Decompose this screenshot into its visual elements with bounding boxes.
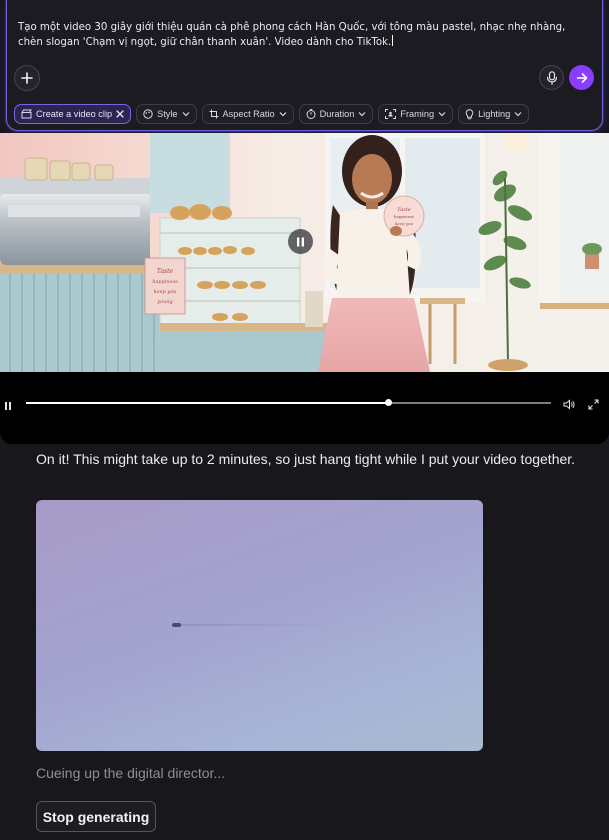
svg-text:young: young — [156, 299, 172, 305]
option-chips: Create a video clip Style Aspect Ratio D… — [14, 104, 530, 124]
progress-fill — [26, 402, 389, 404]
loading-track — [172, 624, 347, 626]
chip-label: Style — [157, 109, 178, 119]
generation-status: Cueing up the digital director... — [36, 765, 226, 781]
volume-button[interactable] — [563, 397, 575, 415]
plus-icon — [21, 72, 33, 84]
chip-lighting[interactable]: Lighting — [458, 104, 530, 124]
fullscreen-icon — [588, 399, 599, 410]
crop-icon — [209, 109, 219, 119]
framing-icon — [385, 109, 397, 119]
chip-style[interactable]: Style — [136, 104, 197, 124]
chevron-down-icon — [438, 112, 446, 117]
chip-label: Create a video clip — [36, 109, 113, 119]
chip-framing[interactable]: Framing — [378, 104, 454, 124]
svg-text:Taste: Taste — [157, 268, 174, 275]
chip-label: Framing — [400, 109, 435, 119]
svg-text:keep you: keep you — [395, 221, 414, 226]
volume-icon — [563, 399, 575, 410]
chip-label: Aspect Ratio — [222, 109, 275, 119]
pause-icon — [297, 237, 304, 246]
stop-generating-button[interactable]: Stop generating — [36, 801, 156, 832]
pause-overlay-button[interactable] — [288, 229, 313, 254]
prompt-composer: Tạo một video 30 giây giới thiệu quán cà… — [6, 0, 603, 131]
play-pause-button[interactable] — [4, 398, 13, 416]
close-icon[interactable] — [116, 110, 124, 118]
video-progress-slider[interactable] — [26, 399, 551, 406]
loading-indicator — [172, 623, 181, 627]
video-generation-placeholder — [36, 500, 483, 751]
text-caret — [392, 35, 394, 46]
arrow-right-icon — [576, 72, 587, 83]
chip-label: Duration — [319, 109, 355, 119]
chip-label: Lighting — [478, 109, 511, 119]
svg-text:Taste: Taste — [397, 207, 411, 213]
microphone-button[interactable] — [539, 65, 564, 90]
timer-icon — [306, 109, 316, 119]
svg-text:happiness: happiness — [152, 279, 178, 285]
chip-aspect-ratio[interactable]: Aspect Ratio — [201, 104, 294, 124]
palette-icon — [143, 109, 153, 119]
svg-text:happiness: happiness — [394, 214, 414, 219]
fullscreen-button[interactable] — [588, 397, 599, 415]
prompt-input[interactable]: Tạo một video 30 giây giới thiệu quán cà… — [18, 20, 593, 50]
chevron-down-icon — [182, 112, 189, 117]
video-controls-bar — [0, 372, 609, 444]
assistant-message: On it! This might take up to 2 minutes, … — [36, 451, 576, 467]
microphone-icon — [546, 70, 557, 85]
prompt-text: Tạo một video 30 giây giới thiệu quán cà… — [18, 22, 566, 48]
svg-text:keep you: keep you — [154, 289, 177, 295]
bulb-icon — [465, 108, 474, 119]
chevron-down-icon — [279, 112, 287, 117]
send-button[interactable] — [569, 65, 594, 90]
chip-create-video-clip[interactable]: Create a video clip — [14, 104, 132, 124]
video-clip-icon — [21, 109, 32, 119]
chevron-down-icon — [358, 112, 366, 117]
chip-duration[interactable]: Duration — [298, 104, 374, 124]
pause-icon — [5, 402, 11, 410]
add-button[interactable] — [14, 65, 40, 91]
chevron-down-icon — [514, 112, 522, 117]
